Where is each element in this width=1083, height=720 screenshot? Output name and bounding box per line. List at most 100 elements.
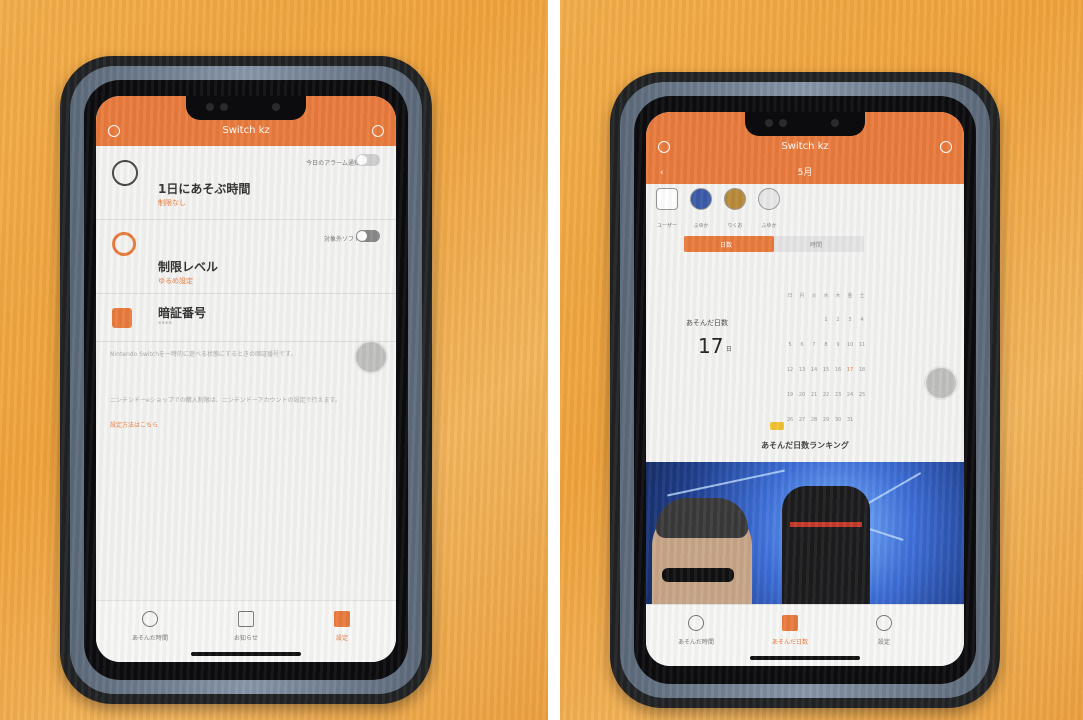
calendar-day: 14 — [810, 367, 818, 373]
calendar-day: 18 — [858, 367, 866, 373]
refresh-icon[interactable] — [372, 125, 384, 137]
calendar-day: 27 — [798, 417, 806, 423]
switch-icon — [876, 615, 892, 631]
calendar-day: 31 — [846, 417, 854, 423]
settings-row-pin[interactable]: 暗証番号 **** — [96, 294, 396, 342]
refresh-icon[interactable] — [940, 141, 952, 153]
assistive-touch-button[interactable] — [354, 340, 388, 374]
calendar-day: 28 — [810, 417, 818, 423]
segment-time[interactable]: 時間 — [810, 240, 822, 249]
tab-news[interactable]: お知らせ — [206, 611, 286, 642]
tab-playtime[interactable]: あそんだ時間 — [656, 615, 736, 646]
calendar-day: 22 — [822, 392, 830, 398]
calendar-day: 日 — [787, 293, 793, 299]
calendar-day: 月 — [799, 293, 805, 299]
phone-case-left: Switch kz 今日のアラーム通知 1日にあそぶ時間 制限なし 対象外ソフト… — [60, 56, 432, 704]
calendar-day: 7 — [812, 342, 816, 348]
tab-playdays[interactable]: あそんだ日数 — [750, 615, 830, 646]
restriction-title: 制限レベル — [158, 260, 219, 274]
pin-note: Nintendo Switchを一時的に遊べる状態にするときの暗証番号です。 — [110, 351, 297, 358]
eshop-note: ニンテンドーeショップでの購入制限は、ニンテンドーアカウントの設定で行えます。 — [110, 397, 341, 404]
calendar-day: 12 — [786, 367, 794, 373]
phone-screen-right: Switch kz ‹ 5月 ユーザー ふゆか りくお ふゆか 日数 時間 あそ… — [646, 112, 964, 666]
calendar-day: 金 — [847, 293, 853, 299]
calendar-day: 13 — [798, 367, 806, 373]
restriction-sub: ゆるめ設定 — [158, 277, 193, 285]
header-title: Switch kz — [222, 125, 270, 136]
ranking-label: あそんだ日数ランキング — [761, 441, 849, 450]
user-icon[interactable] — [658, 141, 670, 153]
tab-settings[interactable]: 設定 — [844, 615, 924, 646]
calendar-day: 6 — [800, 342, 804, 348]
home-indicator[interactable] — [191, 652, 301, 656]
user-item[interactable]: ユーザー — [652, 188, 682, 231]
user-item[interactable]: ふゆか — [754, 188, 784, 231]
pin-title: 暗証番号 — [158, 306, 207, 320]
tab-playtime[interactable]: あそんだ時間 — [110, 611, 190, 642]
calendar-day: 火 — [811, 293, 817, 299]
tab-settings[interactable]: 設定 — [302, 611, 382, 642]
alarm-hint: 今日のアラーム通知 — [306, 160, 360, 167]
app-header: Switch kz — [646, 132, 964, 162]
calendar-day: 17 — [846, 367, 854, 373]
assistive-touch-button[interactable] — [924, 366, 958, 400]
playtime-title: 1日にあそぶ時間 — [158, 182, 251, 196]
lock-icon — [112, 308, 132, 328]
clock-icon — [688, 615, 704, 631]
calendar-grid: 日月火水木金土1 2 3 45 6 7 8 9 10 1112 13 14 15 16 17 1819 20 21… — [784, 282, 876, 431]
switch-icon — [334, 611, 350, 627]
month-bar: ‹ 5月 — [646, 162, 964, 184]
calendar-day — [784, 307, 796, 321]
restriction-toggle[interactable] — [356, 230, 380, 242]
calendar-day: 24 — [846, 392, 854, 398]
header-title: Switch kz — [781, 141, 829, 152]
calendar-day: 19 — [786, 392, 794, 398]
settings-help-link[interactable]: 設定方法はこちら — [110, 420, 158, 429]
restriction-hint: 対象外ソフト — [323, 236, 360, 243]
calendar-day: 15 — [822, 367, 830, 373]
calendar-day: 29 — [822, 417, 830, 423]
segment-days[interactable]: 日数 — [720, 240, 732, 249]
calendar-day: 25 — [858, 392, 866, 398]
tab-bar: あそんだ時間 お知らせ 設定 — [96, 600, 396, 662]
pin-sub: **** — [158, 320, 172, 328]
calendar-day: 20 — [798, 392, 806, 398]
calendar-day: 3 — [848, 317, 852, 323]
tab-bar: あそんだ時間 あそんだ日数 設定 — [646, 604, 964, 666]
calendar-day: 10 — [846, 342, 854, 348]
calendar-day: 4 — [860, 317, 864, 323]
calendar-day: 1 — [824, 317, 828, 323]
calendar-day: 水 — [823, 293, 829, 299]
chevron-left-icon[interactable]: ‹ — [660, 162, 664, 184]
play-days-label: あそんだ日数 — [686, 319, 728, 327]
user-item[interactable]: ふゆか — [686, 188, 716, 231]
settings-row-playtime[interactable]: 今日のアラーム通知 1日にあそぶ時間 制限なし — [96, 146, 396, 220]
prohibited-icon — [112, 232, 136, 256]
alarm-toggle[interactable] — [356, 154, 380, 166]
calendar-day: 土 — [859, 293, 865, 299]
settings-row-restriction[interactable]: 対象外ソフト 制限レベル ゆるめ設定 — [96, 220, 396, 294]
calendar-day: 21 — [810, 392, 818, 398]
calendar-day: 2 — [836, 317, 840, 323]
calendar-day: 16 — [834, 367, 842, 373]
calendar-day — [808, 307, 820, 321]
clock-icon — [142, 611, 158, 627]
month-label: 5月 — [797, 168, 813, 178]
user-item[interactable]: りくお — [720, 188, 750, 231]
user-icon[interactable] — [108, 125, 120, 137]
calendar-icon — [782, 615, 798, 631]
user-list: ユーザー ふゆか りくお ふゆか — [652, 188, 964, 231]
notch — [745, 112, 865, 136]
calendar-day: 木 — [835, 293, 841, 299]
home-indicator[interactable] — [750, 656, 860, 660]
play-days-value: 17 — [698, 334, 724, 358]
calendar-day: 23 — [834, 392, 842, 398]
app-header: Switch kz — [96, 116, 396, 146]
calendar-day: 11 — [858, 342, 866, 348]
calendar-day: 5 — [788, 342, 792, 348]
alarm-clock-icon — [112, 160, 138, 186]
calendar-day: 26 — [786, 417, 794, 423]
segmented-control[interactable]: 日数 時間 — [684, 236, 864, 252]
playtime-sub: 制限なし — [158, 199, 186, 207]
calendar-day — [796, 307, 808, 321]
